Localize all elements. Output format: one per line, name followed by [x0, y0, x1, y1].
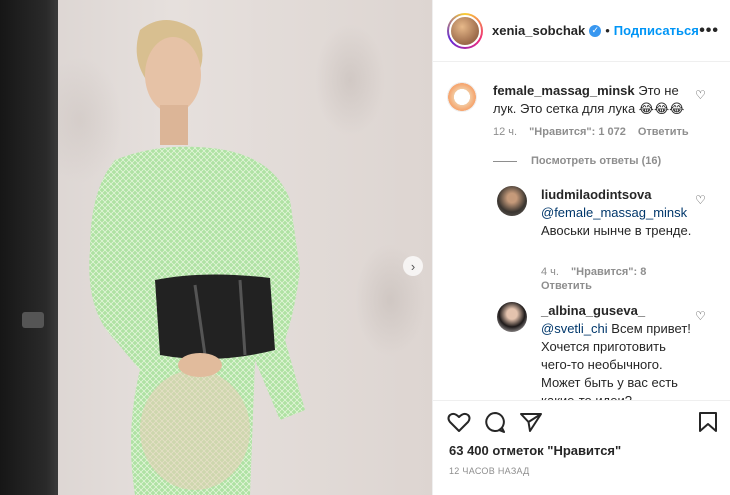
comment-meta: 12 ч. "Нравится": 1 072 Ответить	[493, 126, 689, 138]
comment-time[interactable]: 12 ч.	[493, 126, 517, 138]
reply-button[interactable]: Ответить	[638, 126, 689, 138]
author-username[interactable]: xenia_sobchak	[492, 23, 585, 38]
comment-likes[interactable]: "Нравится": 1 072	[529, 126, 626, 138]
replier-avatar[interactable]	[497, 186, 527, 216]
woman-figure	[89, 20, 306, 495]
dot-separator: •	[605, 23, 610, 38]
reply-username[interactable]: liudmilaodintsova	[541, 187, 652, 202]
reply-item: liudmilaodintsova @female_massag_minsk А…	[497, 186, 697, 240]
bookmark-icon[interactable]	[698, 411, 718, 433]
post-header: xenia_sobchak ✓ • Подписаться •••	[433, 0, 730, 62]
comment-username[interactable]: female_massag_minsk	[493, 83, 635, 98]
view-replies-label: Посмотреть ответы (16)	[531, 155, 662, 167]
post-actions: 63 400 отметок "Нравится" 12 ЧАСОВ НАЗАД	[433, 400, 730, 495]
commenter-avatar[interactable]	[447, 82, 477, 112]
speech-bubble-icon[interactable]	[483, 411, 507, 433]
verified-icon: ✓	[589, 24, 602, 37]
paper-plane-icon[interactable]	[519, 411, 543, 433]
more-options-icon[interactable]: •••	[699, 22, 719, 40]
reply-like-icon[interactable]: ♡	[695, 193, 706, 207]
replier-avatar[interactable]	[497, 302, 527, 332]
comments-list[interactable]: female_massag_minsk Это не лук. Это сетк…	[433, 62, 730, 400]
post-photo[interactable]: ›	[0, 0, 432, 495]
follow-button[interactable]: Подписаться	[614, 23, 699, 38]
door-handle	[22, 312, 44, 328]
post-panel: xenia_sobchak ✓ • Подписаться ••• female…	[432, 0, 730, 495]
view-replies-button[interactable]: Посмотреть ответы (16)	[493, 155, 661, 167]
reply-like-icon[interactable]: ♡	[695, 309, 706, 323]
reply-reply-button[interactable]: Ответить	[541, 280, 592, 292]
reply-time[interactable]: 4 ч.	[541, 266, 559, 278]
next-photo-button[interactable]: ›	[403, 256, 423, 276]
heart-icon[interactable]	[447, 411, 471, 433]
post-time: 12 ЧАСОВ НАЗАД	[449, 466, 530, 476]
likes-count[interactable]: 63 400 отметок "Нравится"	[449, 443, 621, 458]
chevron-right-icon: ›	[410, 258, 416, 274]
author-avatar[interactable]	[447, 12, 483, 49]
reply-likes[interactable]: "Нравится": 8	[571, 266, 646, 278]
reply-text: Авоськи нынче в тренде.	[541, 223, 692, 238]
reply-item: _albina_guseva_ @svetli_chi Всем привет!…	[497, 302, 697, 400]
comment-item: female_massag_minsk Это не лук. Это сетк…	[447, 82, 697, 118]
comment-like-icon[interactable]: ♡	[695, 88, 706, 102]
reply-mention[interactable]: @female_massag_minsk	[541, 205, 687, 220]
reply-mention[interactable]: @svetli_chi	[541, 321, 608, 336]
divider-line	[493, 160, 517, 162]
reply-meta: 4 ч. "Нравится": 8 Ответить	[541, 266, 661, 292]
reply-username[interactable]: _albina_guseva_	[541, 303, 645, 318]
